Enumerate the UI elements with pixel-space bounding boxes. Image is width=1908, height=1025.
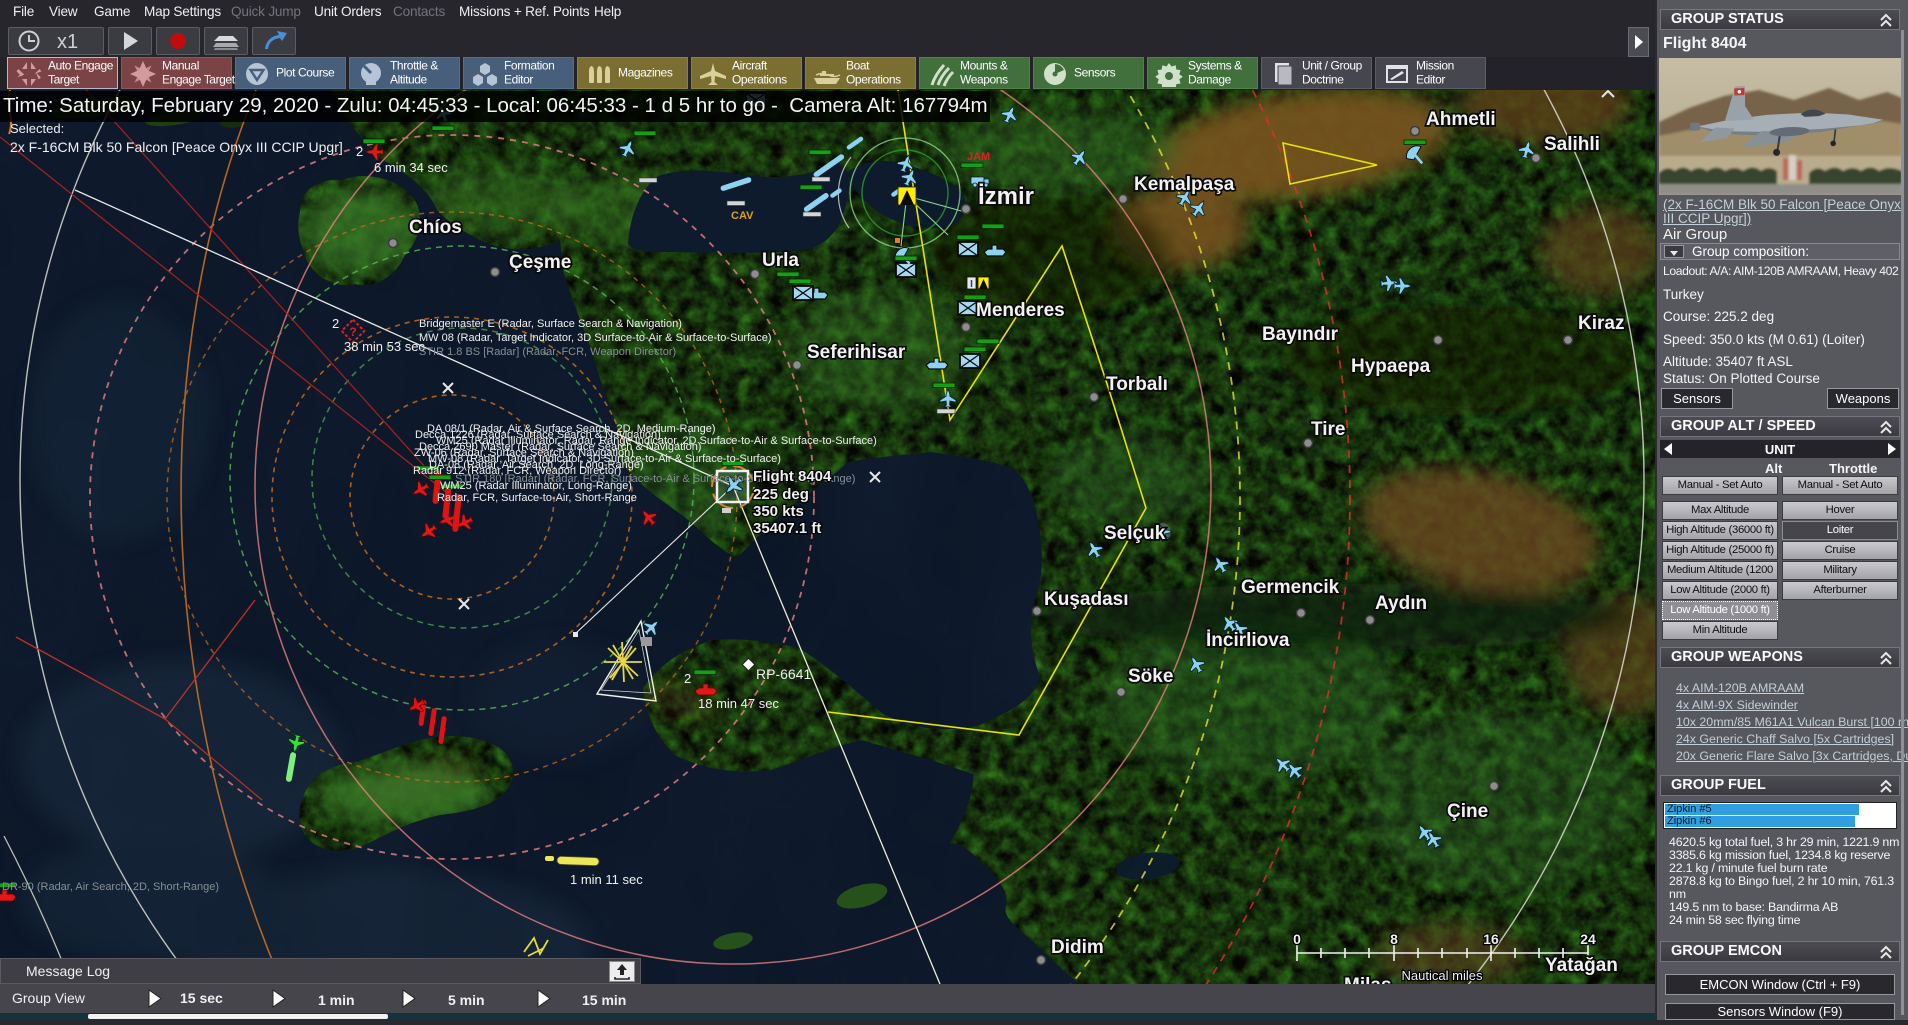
svg-text:Flight 8404: Flight 8404 — [753, 468, 832, 485]
svg-text:Çeşme: Çeşme — [509, 252, 571, 273]
svg-text:Ahmetli: Ahmetli — [1426, 109, 1496, 130]
svg-text:İzmir: İzmir — [978, 183, 1034, 210]
svg-text:2: 2 — [356, 144, 363, 159]
svg-text:225 deg: 225 deg — [753, 486, 809, 503]
svg-text:Urla: Urla — [762, 250, 799, 271]
svg-text:Selçuk: Selçuk — [1104, 523, 1166, 544]
svg-text:Selected:: Selected: — [10, 121, 64, 136]
svg-text:STIR 1.8 BS [Radar] (Radar, FC: STIR 1.8 BS [Radar] (Radar, FCR, Weapon … — [419, 346, 676, 358]
svg-text:Germencik: Germencik — [1241, 577, 1340, 598]
svg-text:16: 16 — [1483, 931, 1499, 947]
svg-text:Aydın: Aydın — [1375, 593, 1427, 614]
svg-text:Torbalı: Torbalı — [1106, 374, 1168, 395]
svg-text:Didim: Didim — [1051, 937, 1104, 958]
svg-text:24: 24 — [1580, 931, 1596, 947]
svg-text:18 min 47 sec: 18 min 47 sec — [698, 696, 779, 711]
svg-text:Radar, FCR, Surface-to-Air, Sh: Radar, FCR, Surface-to-Air, Short-Range — [437, 492, 637, 504]
svg-text:Nautical miles: Nautical miles — [1402, 968, 1483, 983]
svg-text:I: I — [970, 279, 973, 290]
svg-text:Kiraz: Kiraz — [1578, 313, 1624, 334]
svg-text:CAV: CAV — [731, 210, 754, 222]
svg-text:Söke: Söke — [1128, 666, 1173, 687]
svg-text:35407.1 ft: 35407.1 ft — [753, 520, 821, 537]
svg-text:2x F-16CM Blk 50 Falcon [Peace: 2x F-16CM Blk 50 Falcon [Peace Onyx III … — [10, 139, 343, 155]
svg-text:Tire: Tire — [1311, 419, 1346, 440]
svg-text:2: 2 — [684, 671, 691, 686]
svg-text:DR-90 (Radar, Air Search, 2D,: DR-90 (Radar, Air Search, 2D, Short-Rang… — [2, 881, 219, 893]
svg-text:Salihli: Salihli — [1544, 134, 1600, 155]
svg-text:RP-6641: RP-6641 — [756, 666, 811, 682]
svg-text:JAM: JAM — [967, 151, 990, 163]
svg-text:Kemalpaşa: Kemalpaşa — [1134, 174, 1235, 195]
svg-text:Kuşadası: Kuşadası — [1044, 589, 1128, 610]
svg-text:1 min 11 sec: 1 min 11 sec — [570, 872, 643, 887]
svg-text:350 kts: 350 kts — [753, 503, 804, 520]
svg-text:WM25 (Radar Illuminator, Long-: WM25 (Radar Illuminator, Long-Range) — [440, 480, 632, 492]
svg-text:MW 08 (Radar, Target Indicator: MW 08 (Radar, Target Indicator, 3D Surfa… — [419, 332, 772, 344]
svg-text:?: ? — [349, 325, 356, 339]
svg-text:38 min 53 sec: 38 min 53 sec — [344, 339, 425, 354]
svg-text:Chíos: Chíos — [409, 217, 462, 238]
svg-text:x1: x1 — [57, 31, 78, 53]
svg-text:Seferihisar: Seferihisar — [807, 342, 906, 363]
svg-text:8: 8 — [1390, 931, 1398, 947]
svg-text:Hypaepa: Hypaepa — [1351, 356, 1431, 377]
svg-text:0: 0 — [1293, 931, 1301, 947]
svg-text:Bayındır: Bayındır — [1262, 324, 1339, 345]
svg-text:2: 2 — [332, 316, 339, 331]
svg-text:Bridgemaster E (Radar, Surface: Bridgemaster E (Radar, Surface Search & … — [419, 318, 682, 330]
svg-text:6 min 34 sec: 6 min 34 sec — [374, 160, 448, 175]
svg-text:Çine: Çine — [1447, 801, 1488, 822]
svg-text:İncirliova: İncirliova — [1206, 630, 1290, 651]
svg-text:Yatağan: Yatağan — [1545, 955, 1618, 976]
svg-text:Menderes: Menderes — [976, 300, 1065, 321]
